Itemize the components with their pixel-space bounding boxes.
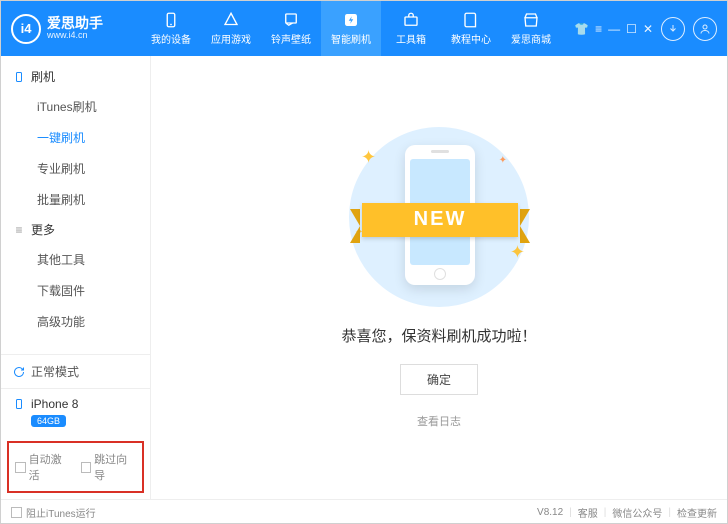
- footer: 阻止iTunes运行 V8.12 | 客服 | 微信公众号 | 检查更新: [1, 499, 727, 524]
- user-button[interactable]: [693, 17, 717, 41]
- sidebar-item-pro[interactable]: 专业刷机: [1, 153, 150, 184]
- sidebar-item-firmware[interactable]: 下载固件: [1, 275, 150, 306]
- flash-icon: [342, 11, 360, 29]
- block-itunes-checkbox[interactable]: 阻止iTunes运行: [11, 505, 96, 520]
- menu-icon[interactable]: ≡: [595, 22, 602, 36]
- device-name: iPhone 8: [31, 397, 78, 411]
- ok-button[interactable]: 确定: [400, 364, 478, 395]
- sidebar-section-flash: 刷机: [1, 62, 150, 91]
- view-log-link[interactable]: 查看日志: [417, 413, 461, 429]
- shop-icon: [522, 11, 540, 29]
- nav-flash[interactable]: 智能刷机: [321, 1, 381, 56]
- new-ribbon: NEW: [344, 199, 536, 241]
- sidebar-item-advanced[interactable]: 高级功能: [1, 306, 150, 337]
- book-icon: [462, 11, 480, 29]
- header: i4 爱思助手 www.i4.cn 我的设备 应用游戏 铃声壁纸 智能刷机 工具…: [1, 1, 727, 56]
- device-mode: 正常模式: [31, 363, 79, 380]
- sidebar-section-more: ≡ 更多: [1, 215, 150, 244]
- toolbox-icon: [402, 11, 420, 29]
- more-icon: ≡: [13, 224, 25, 236]
- logo-icon: i4: [11, 14, 41, 44]
- skip-wizard-checkbox[interactable]: 跳过向导: [81, 451, 137, 483]
- success-message: 恭喜您，保资料刷机成功啦！: [341, 325, 536, 346]
- close-button[interactable]: ✕: [643, 22, 653, 36]
- app-url: www.i4.cn: [47, 31, 103, 41]
- auto-activate-checkbox[interactable]: 自动激活: [15, 451, 71, 483]
- music-icon: [282, 11, 300, 29]
- version-text: V8.12: [537, 507, 563, 518]
- sidebar: 刷机 iTunes刷机 一键刷机 专业刷机 批量刷机 ≡ 更多 其他工具 下载固…: [1, 56, 151, 499]
- sidebar-item-itunes[interactable]: iTunes刷机: [1, 91, 150, 122]
- footer-wechat-link[interactable]: 微信公众号: [612, 505, 662, 520]
- footer-support-link[interactable]: 客服: [578, 505, 598, 520]
- phone-icon: [162, 11, 180, 29]
- nav-my-device[interactable]: 我的设备: [141, 1, 201, 56]
- sidebar-item-batch[interactable]: 批量刷机: [1, 184, 150, 215]
- nav-toolbox[interactable]: 工具箱: [381, 1, 441, 56]
- minimize-button[interactable]: —: [608, 22, 620, 36]
- device-mode-row[interactable]: 正常模式: [1, 354, 150, 388]
- success-illustration: ✦ ✦ ✦ ✦ NEW: [349, 127, 529, 307]
- device-icon: [13, 398, 25, 410]
- highlighted-options: 自动激活 跳过向导: [7, 441, 144, 493]
- refresh-icon: [13, 366, 25, 378]
- sparkle-icon: ✦: [361, 147, 376, 168]
- shirt-icon[interactable]: 👕: [574, 22, 589, 36]
- footer-update-link[interactable]: 检查更新: [677, 505, 717, 520]
- device-info[interactable]: iPhone 8 64GB: [1, 388, 150, 435]
- main-nav: 我的设备 应用游戏 铃声壁纸 智能刷机 工具箱 教程中心 爱思商城: [141, 1, 561, 56]
- app-name: 爱思助手: [47, 16, 103, 31]
- phone-small-icon: [13, 71, 25, 83]
- window-controls: 👕 ≡ — ☐ ✕: [574, 22, 653, 36]
- nav-tutorial[interactable]: 教程中心: [441, 1, 501, 56]
- apps-icon: [222, 11, 240, 29]
- storage-badge: 64GB: [31, 415, 66, 427]
- download-button[interactable]: [661, 17, 685, 41]
- sidebar-item-tools[interactable]: 其他工具: [1, 244, 150, 275]
- nav-ringtone[interactable]: 铃声壁纸: [261, 1, 321, 56]
- nav-apps[interactable]: 应用游戏: [201, 1, 261, 56]
- sparkle-icon: ✦: [499, 155, 507, 166]
- app-logo[interactable]: i4 爱思助手 www.i4.cn: [11, 14, 141, 44]
- sidebar-item-oneclick[interactable]: 一键刷机: [1, 122, 150, 153]
- nav-mall[interactable]: 爱思商城: [501, 1, 561, 56]
- main-content: ✦ ✦ ✦ ✦ NEW 恭喜您，保资料刷机成功啦！ 确定 查看日志: [151, 56, 727, 499]
- maximize-button[interactable]: ☐: [626, 22, 637, 36]
- sparkle-icon: ✦: [510, 242, 525, 263]
